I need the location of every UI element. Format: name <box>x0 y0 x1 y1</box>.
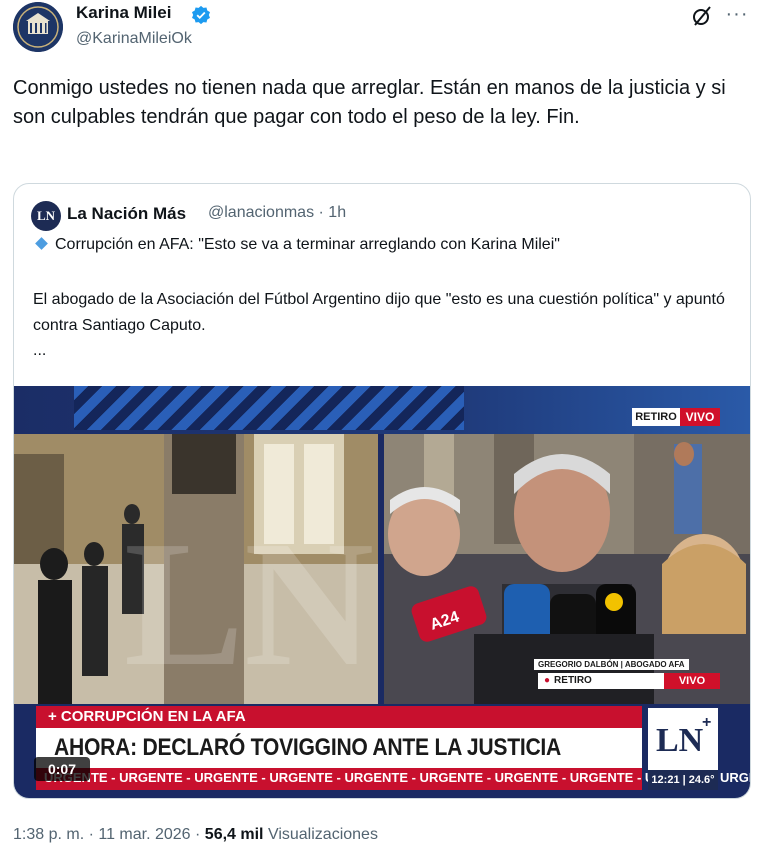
lower-third-label: + CORRUPCIÓN EN LA AFA <box>48 708 246 725</box>
guest-location: ● RETIRO <box>538 673 668 689</box>
ticker-text: URGENTE - URGENTE - URGENTE - URGENTE - … <box>44 770 750 785</box>
quote-ellipsis: ... <box>33 342 47 359</box>
more-icon[interactable]: ··· <box>725 2 749 26</box>
tweet-text: Conmigo ustedes no tienen nada que arreg… <box>13 77 726 128</box>
author-name[interactable]: Karina Milei <box>76 3 171 23</box>
tweet-timestamp[interactable]: 1:38 p. m. · 11 mar. 2026 · <box>13 826 205 843</box>
author-handle[interactable]: @KarinaMileiOk <box>76 30 192 48</box>
verified-badge-icon <box>191 5 211 25</box>
location-tag-top: RETIRO <box>632 408 680 426</box>
quote-headline: Corrupción en AFA: "Esto se va a termina… <box>35 236 560 254</box>
views-label: Visualizaciones <box>263 826 378 843</box>
guest-location-text: RETIRO <box>554 675 592 686</box>
slash-circle-icon[interactable] <box>690 4 714 28</box>
location-pin-icon: ● <box>544 675 551 686</box>
views-count: 56,4 mil <box>204 826 264 843</box>
guest-caption: GREGORIO DALBÓN | ABOGADO AFA <box>534 659 689 670</box>
quoted-tweet-card[interactable]: LN La Nación Más @lanacionmas · 1h Corru… <box>13 183 751 799</box>
video-timecode: 0:07 <box>34 757 90 781</box>
video-left-frame: LN <box>14 434 378 704</box>
avatar[interactable] <box>13 2 63 52</box>
live-tag-top: VIVO <box>680 408 720 426</box>
quote-avatar[interactable]: LN <box>31 201 61 231</box>
ln-logo-plus: + <box>702 714 712 731</box>
video-stripes <box>74 386 464 430</box>
video-player[interactable]: RETIRO VIVO LN A24 GREGORIO DALBÓN | ABO… <box>14 386 750 798</box>
tweet-meta: 1:38 p. m. · 11 mar. 2026 · 56,4 mil Vis… <box>13 826 378 844</box>
quote-headline-text: Corrupción en AFA: "Esto se va a termina… <box>55 236 560 253</box>
ln-logo-text: LN <box>656 722 704 759</box>
broadcast-clock: 12:21 | 24.6° <box>648 770 718 790</box>
quote-author-handle: @lanacionmas · 1h <box>208 204 347 221</box>
diamond-icon <box>35 237 48 250</box>
quote-author-name: La Nación Más <box>67 204 187 223</box>
video-headline: AHORA: DECLARÓ TOVIGGINO ANTE LA JUSTICI… <box>54 734 562 761</box>
svg-text:LN: LN <box>124 504 374 703</box>
quote-paragraph: El abogado de la Asociación del Fútbol A… <box>33 291 725 334</box>
live-tag-lower: VIVO <box>664 673 720 689</box>
